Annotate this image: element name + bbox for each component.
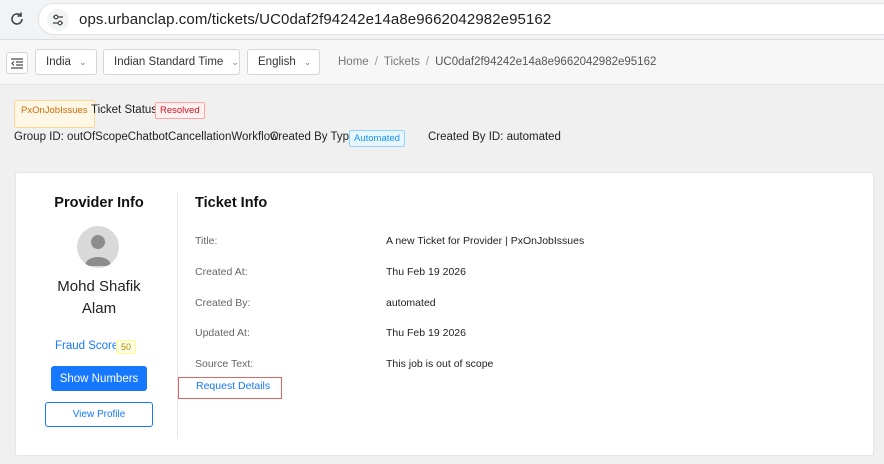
source-text-label: Source Text:	[195, 358, 254, 370]
user-icon	[85, 235, 111, 266]
language-value: English	[258, 56, 296, 68]
timezone-select[interactable]: Indian Standard Time ⌄	[103, 49, 240, 75]
breadcrumb: Home / Tickets / UC0daf2f94242e14a8e96620429…	[338, 56, 657, 68]
created-by-value: automated	[386, 297, 436, 309]
browser-address-bar: ops.urbanclap.com/tickets/UC0daf2f94242e…	[0, 0, 884, 40]
ticket-info-title: Ticket Info	[195, 195, 268, 211]
panel-divider	[177, 193, 178, 438]
language-select[interactable]: English ⌄	[247, 49, 320, 75]
avatar	[77, 226, 119, 268]
title-value: A new Ticket for Provider | PxOnJobIssue…	[386, 235, 585, 247]
created-at-label: Created At:	[195, 266, 248, 278]
status-badge: Resolved	[155, 102, 205, 119]
updated-at-value: Thu Feb 19 2026	[386, 327, 466, 339]
updated-at-label: Updated At:	[195, 327, 250, 339]
reload-icon[interactable]	[6, 8, 28, 30]
show-numbers-button[interactable]: Show Numbers	[51, 366, 147, 391]
provider-name: Mohd Shafik Alam	[16, 276, 182, 320]
ticket-card: Provider Info Mohd Shafik Alam Fraud Sco…	[15, 172, 874, 456]
country-value: India	[46, 56, 71, 68]
url-field[interactable]: ops.urbanclap.com/tickets/UC0daf2f94242e…	[38, 3, 884, 35]
url-text: ops.urbanclap.com/tickets/UC0daf2f94242e…	[79, 11, 552, 28]
category-tag: PxOnJobIssues	[14, 100, 95, 128]
breadcrumb-current: UC0daf2f94242e14a8e9662042982e95162	[435, 56, 657, 68]
source-text-value: This job is out of scope	[386, 358, 494, 370]
request-details-link[interactable]: Request Details	[178, 377, 282, 399]
menu-toggle-button[interactable]	[6, 52, 28, 74]
timezone-value: Indian Standard Time	[114, 56, 224, 68]
chevron-down-icon: ⌄	[303, 56, 312, 67]
provider-info-panel: Provider Info Mohd Shafik Alam Fraud Sco…	[16, 173, 178, 438]
view-profile-button[interactable]: View Profile	[45, 402, 153, 427]
ticket-meta: PxOnJobIssues Ticket Status: Resolved Gr…	[0, 85, 884, 165]
breadcrumb-tickets[interactable]: Tickets	[384, 56, 420, 68]
breadcrumb-home[interactable]: Home	[338, 56, 369, 68]
created-by-label: Created By:	[195, 297, 251, 309]
created-by-type-badge: Automated	[349, 130, 405, 147]
group-id: Group ID: outOfScopeChatbotCancellationW…	[14, 131, 279, 143]
country-select[interactable]: India ⌄	[35, 49, 97, 75]
fraud-score-badge: 50	[116, 340, 137, 354]
app-toolbar: India ⌄ Indian Standard Time ⌄ English ⌄ Ho…	[0, 40, 884, 85]
provider-name-line2: Alam	[81, 300, 117, 317]
created-by-id: Created By ID: automated	[428, 131, 561, 143]
created-by-type-label: Created By Type:	[270, 131, 359, 143]
fraud-score-link[interactable]: Fraud Score	[55, 340, 118, 352]
menu-fold-icon	[11, 57, 23, 69]
provider-name-line1: Mohd Shafik	[57, 278, 141, 295]
title-label: Title:	[195, 235, 218, 247]
provider-info-title: Provider Info	[54, 195, 144, 211]
ticket-status-label: Ticket Status:	[91, 104, 161, 116]
site-settings-icon[interactable]	[47, 9, 69, 31]
chevron-down-icon: ⌄	[231, 56, 239, 67]
chevron-down-icon: ⌄	[78, 56, 87, 67]
created-at-value: Thu Feb 19 2026	[386, 266, 466, 278]
